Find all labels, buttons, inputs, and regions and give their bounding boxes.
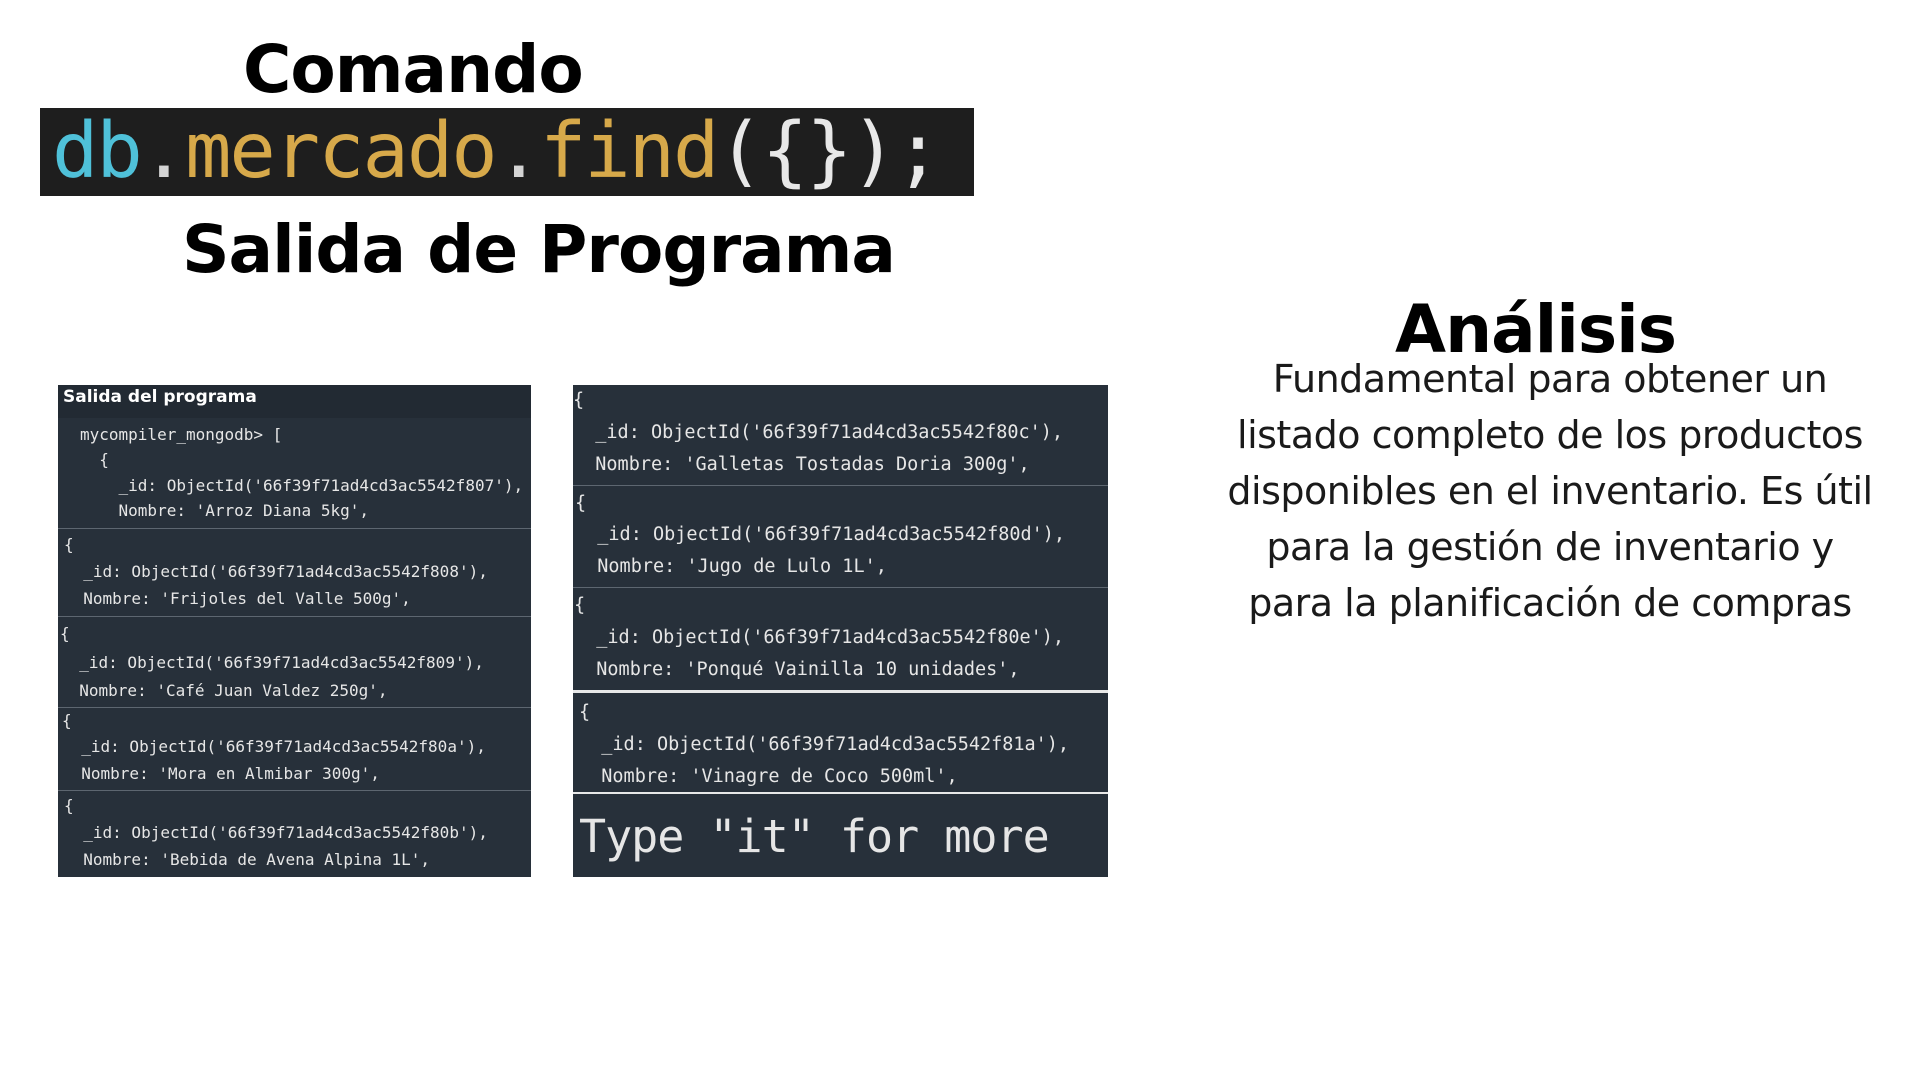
code-line: _id: ObjectId('66f39f71ad4cd3ac5542f808'… bbox=[64, 562, 488, 581]
code-line: { bbox=[80, 450, 109, 469]
output-document-block: { _id: ObjectId('66f39f71ad4cd3ac5542f80… bbox=[58, 707, 531, 790]
code-line: _id: ObjectId('66f39f71ad4cd3ac5542f807'… bbox=[80, 476, 524, 495]
more-prompt: Type "it" for more bbox=[579, 810, 1050, 863]
code-line: { bbox=[64, 535, 74, 554]
salida-heading: Salida de Programa bbox=[182, 211, 896, 288]
analysis-line: para la gestión de inventario y bbox=[1266, 525, 1834, 569]
code-line: _id: ObjectId('66f39f71ad4cd3ac5542f809'… bbox=[60, 653, 484, 672]
code-line: { bbox=[575, 493, 587, 514]
program-output-panel-left: Salida del programa mycompiler_mongodb> … bbox=[58, 385, 531, 877]
code-line: { bbox=[573, 390, 585, 411]
program-output-panel-right: { _id: ObjectId('66f39f71ad4cd3ac5542f80… bbox=[573, 385, 1108, 877]
output-document-block: { _id: ObjectId('66f39f71ad4cd3ac5542f80… bbox=[573, 485, 1108, 587]
command-code-block: db.mercado.find({}); bbox=[40, 108, 974, 196]
code-line: Nombre: 'Vinagre de Coco 500ml', bbox=[579, 766, 958, 787]
code-line: Nombre: 'Frijoles del Valle 500g', bbox=[64, 589, 411, 608]
command-object: db bbox=[52, 108, 143, 196]
command-collection: mercado bbox=[185, 108, 498, 196]
code-line: _id: ObjectId('66f39f71ad4cd3ac5542f80e'… bbox=[574, 627, 1065, 648]
output-document-block: { _id: ObjectId('66f39f71ad4cd3ac5542f80… bbox=[573, 385, 1108, 485]
code-line: _id: ObjectId('66f39f71ad4cd3ac5542f80d'… bbox=[575, 524, 1066, 545]
output-panel-header: Salida del programa bbox=[58, 385, 531, 418]
code-line: Nombre: 'Mora en Almibar 300g', bbox=[62, 764, 380, 783]
command-args: ({}); bbox=[717, 108, 941, 196]
more-prompt-block: Type "it" for more bbox=[573, 792, 1108, 877]
output-document-block: { _id: ObjectId('66f39f71ad4cd3ac5542f80… bbox=[58, 616, 531, 707]
code-line: { bbox=[574, 595, 586, 616]
code-line: Nombre: 'Café Juan Valdez 250g', bbox=[60, 681, 388, 700]
analysis-line: para la planificación de compras bbox=[1248, 581, 1852, 625]
command-dot: . bbox=[495, 108, 542, 196]
code-line: { bbox=[62, 711, 72, 730]
code-line: Nombre: 'Arroz Diana 5kg', bbox=[80, 501, 369, 520]
output-document-block: { _id: ObjectId('66f39f71ad4cd3ac5542f80… bbox=[58, 790, 531, 877]
code-line: _id: ObjectId('66f39f71ad4cd3ac5542f81a'… bbox=[579, 734, 1070, 755]
output-document-block: { _id: ObjectId('66f39f71ad4cd3ac5542f80… bbox=[573, 587, 1108, 690]
command-method: find bbox=[539, 108, 719, 196]
comando-heading: Comando bbox=[243, 31, 584, 108]
analysis-line: listado completo de los productos bbox=[1237, 413, 1863, 457]
code-line: _id: ObjectId('66f39f71ad4cd3ac5542f80c'… bbox=[573, 422, 1064, 443]
command-dot: . bbox=[140, 108, 187, 196]
slide: Comando db.mercado.find({}); Salida de P… bbox=[0, 0, 1920, 1080]
analysis-line: disponibles en el inventario. Es útil bbox=[1227, 469, 1873, 513]
code-line: Nombre: 'Galletas Tostadas Doria 300g', bbox=[573, 454, 1030, 475]
code-line: mycompiler_mongodb> [ bbox=[80, 425, 283, 444]
code-line: Nombre: 'Jugo de Lulo 1L', bbox=[575, 556, 887, 577]
analysis-line: Fundamental para obtener un bbox=[1272, 357, 1828, 401]
command-text: db.mercado.find({}); bbox=[52, 108, 941, 196]
code-line: { bbox=[579, 702, 591, 723]
output-document-block: { _id: ObjectId('66f39f71ad4cd3ac5542f80… bbox=[58, 528, 531, 616]
code-line: Nombre: 'Bebida de Avena Alpina 1L', bbox=[64, 850, 431, 869]
code-line: { bbox=[60, 624, 70, 643]
code-line: Nombre: 'Ponqué Vainilla 10 unidades', bbox=[574, 659, 1020, 680]
code-line: _id: ObjectId('66f39f71ad4cd3ac5542f80a'… bbox=[62, 737, 486, 756]
output-document-block: { _id: ObjectId('66f39f71ad4cd3ac5542f81… bbox=[573, 690, 1108, 792]
code-line: { bbox=[64, 796, 74, 815]
output-document-block: mycompiler_mongodb> [ { _id: ObjectId('6… bbox=[58, 418, 531, 528]
code-line: _id: ObjectId('66f39f71ad4cd3ac5542f80b'… bbox=[64, 823, 488, 842]
analysis-text: Fundamental para obtener un listado comp… bbox=[1215, 351, 1885, 631]
